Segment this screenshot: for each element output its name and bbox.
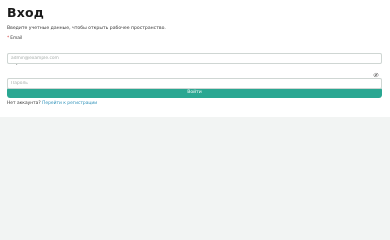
password-field-wrap (7, 69, 382, 89)
password-field[interactable] (7, 78, 382, 89)
register-link[interactable]: Перейти к регистрации (42, 101, 97, 106)
page-subtitle: Введите учетные данные, чтобы открыть ра… (7, 26, 166, 31)
page-title: Вход (7, 5, 45, 20)
email-label: * Email (7, 36, 383, 42)
email-field-wrap (7, 44, 382, 64)
register-prompt: Нет аккаунта? Перейти к регистрации (7, 101, 383, 107)
register-prompt-text: Нет аккаунта? (7, 101, 41, 106)
eye-icon[interactable] (373, 72, 379, 78)
email-required-mark: * (7, 36, 10, 41)
email-label-text: Email (10, 36, 23, 41)
email-field[interactable] (7, 53, 382, 64)
login-card: Вход Введите учетные данные, чтобы откры… (0, 0, 390, 117)
